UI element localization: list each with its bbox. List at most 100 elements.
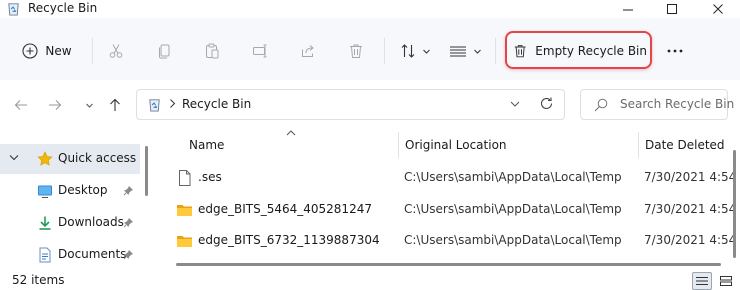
column-header-name[interactable]: Name <box>189 138 224 153</box>
sort-button[interactable] <box>394 37 436 65</box>
sort-ascending-icon <box>286 130 296 136</box>
nav-item-label: Quick access <box>58 151 137 165</box>
recycle-bin-icon <box>8 3 19 16</box>
tiles-view-button[interactable] <box>716 272 736 290</box>
address-path: Recycle Bin <box>182 97 252 111</box>
close-button[interactable] <box>696 0 740 18</box>
recent-locations-button[interactable] <box>76 92 102 118</box>
cut-icon <box>109 44 123 58</box>
back-button[interactable] <box>8 92 34 118</box>
file-name: edge_BITS_5464_405281247 <box>198 202 372 216</box>
nav-item-desktop[interactable]: Desktop <box>0 176 140 206</box>
horizontal-scrollbar[interactable] <box>176 263 721 266</box>
rename-button[interactable] <box>245 37 275 65</box>
status-bar: 52 items <box>0 271 740 290</box>
file-name: .ses <box>198 170 222 184</box>
more-options-button[interactable] <box>660 37 690 65</box>
maximize-icon <box>666 3 677 14</box>
column-divider[interactable] <box>638 132 639 158</box>
vertical-scrollbar[interactable] <box>733 150 736 258</box>
up-button[interactable] <box>102 92 128 118</box>
plus-circle-icon <box>22 43 38 59</box>
pin-icon[interactable] <box>123 217 134 228</box>
pin-icon[interactable] <box>123 185 134 196</box>
trash-icon <box>514 45 526 58</box>
more-icon <box>667 49 683 53</box>
minimize-icon <box>622 9 633 10</box>
nav-item-label: Downloads <box>58 215 124 229</box>
folder-icon <box>177 205 192 216</box>
nav-scrollbar[interactable] <box>145 146 148 196</box>
table-row[interactable]: .ses C:\Users\sambi\AppData\Local\Temp 7… <box>158 163 740 193</box>
minimize-button[interactable] <box>606 0 650 18</box>
chevron-down-icon <box>473 49 481 54</box>
chevron-down-icon[interactable] <box>509 97 521 111</box>
new-button[interactable]: New <box>14 37 80 65</box>
chevron-down-icon[interactable] <box>9 154 19 162</box>
column-header-location[interactable]: Original Location <box>405 138 507 153</box>
recycle-bin-icon <box>149 99 160 112</box>
nav-item-downloads[interactable]: Downloads <box>0 208 140 238</box>
file-list: Name Original Location Date Deleted .ses… <box>158 128 740 271</box>
paste-icon <box>206 43 219 59</box>
search-placeholder: Search Recycle Bin <box>620 97 735 111</box>
empty-recycle-bin-button[interactable]: Empty Recycle Bin <box>513 37 647 65</box>
details-view-button[interactable] <box>692 272 712 290</box>
column-header-row: Name Original Location Date Deleted <box>158 128 740 160</box>
share-button[interactable] <box>293 37 323 65</box>
search-box[interactable]: Search Recycle Bin <box>580 89 734 120</box>
share-icon <box>302 45 314 57</box>
rename-icon <box>253 44 267 58</box>
copy-button[interactable] <box>149 37 179 65</box>
navigation-pane: Quick access Desktop Downloads Documents <box>0 128 155 271</box>
toolbar-separator <box>384 38 385 64</box>
paste-button[interactable] <box>197 37 227 65</box>
cut-button[interactable] <box>101 37 131 65</box>
arrow-right-icon <box>49 100 62 110</box>
command-bar: New Empty Recycle Bin <box>0 18 740 80</box>
toolbar-separator <box>92 38 93 64</box>
file-icon <box>179 170 191 186</box>
title-bar: Recycle Bin <box>0 0 740 18</box>
column-divider[interactable] <box>398 132 399 158</box>
close-icon <box>712 3 723 14</box>
refresh-icon[interactable] <box>539 96 554 111</box>
maximize-button[interactable] <box>650 0 694 18</box>
nav-item-label: Desktop <box>58 183 108 197</box>
file-name: edge_BITS_6732_1139887304 <box>198 233 380 247</box>
chevron-down-icon <box>85 103 93 108</box>
chevron-down-icon <box>422 49 430 54</box>
pin-icon[interactable] <box>123 249 134 260</box>
nav-item-documents[interactable]: Documents <box>0 240 140 270</box>
nav-item-quick-access[interactable]: Quick access <box>0 144 140 174</box>
download-icon <box>39 216 51 230</box>
search-icon <box>594 98 608 112</box>
item-count: 52 items <box>12 273 65 287</box>
toolbar-separator <box>495 38 496 64</box>
folder-icon <box>177 236 192 247</box>
delete-button[interactable] <box>341 37 371 65</box>
file-location: C:\Users\sambi\AppData\Local\Temp <box>404 233 622 247</box>
address-bar[interactable]: Recycle Bin <box>136 89 565 120</box>
view-button[interactable] <box>444 37 486 65</box>
forward-button[interactable] <box>42 92 68 118</box>
table-row[interactable]: edge_BITS_6732_1139887304 C:\Users\sambi… <box>158 226 740 256</box>
sort-icon <box>401 44 414 58</box>
file-date: 7/30/2021 4:54 <box>644 202 737 216</box>
file-location: C:\Users\sambi\AppData\Local\Temp <box>404 202 622 216</box>
details-view-icon <box>696 277 708 285</box>
view-icon <box>449 46 466 57</box>
arrow-left-icon <box>14 100 27 110</box>
tiles-view-icon <box>720 276 732 286</box>
copy-icon <box>159 44 170 59</box>
delete-icon <box>350 44 362 58</box>
chevron-right-icon <box>170 99 176 108</box>
new-label: New <box>45 44 72 58</box>
column-header-date[interactable]: Date Deleted <box>645 138 725 153</box>
address-row: Recycle Bin Search Recycle Bin <box>0 80 740 128</box>
document-icon <box>39 247 51 263</box>
recycle-bin-window: Recycle Bin New Empty Recycle Bin Recycl… <box>0 0 740 290</box>
table-row[interactable]: edge_BITS_5464_405281247 C:\Users\sambi\… <box>158 195 740 225</box>
empty-recycle-bin-label: Empty Recycle Bin <box>535 44 647 58</box>
file-date: 7/30/2021 4:54 <box>644 233 737 247</box>
